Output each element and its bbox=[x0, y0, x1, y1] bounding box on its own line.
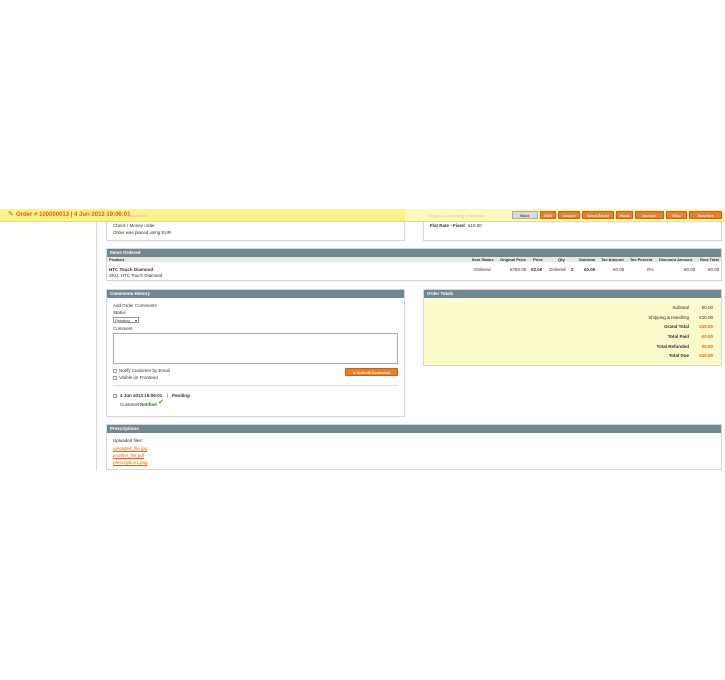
comment-textarea[interactable] bbox=[113, 333, 398, 364]
edit-button[interactable]: Edit bbox=[540, 211, 556, 219]
currency-note: Order was placed using EUR bbox=[113, 230, 172, 235]
invoice-button[interactable]: Invoice bbox=[635, 211, 664, 219]
col-qty: Qty bbox=[558, 257, 565, 262]
notify-label: Notify Customer by Email bbox=[119, 368, 170, 373]
faded-section-label-right: Shipping & Handling Information bbox=[428, 213, 486, 218]
total-due-value: €10.00 bbox=[699, 353, 713, 358]
back-button[interactable]: Back bbox=[512, 211, 538, 219]
send-email-button[interactable]: Send Email bbox=[582, 211, 614, 219]
col-tax-amount: Tax Amount bbox=[601, 257, 624, 262]
history-status: Pending bbox=[172, 393, 190, 398]
prescriptions-heading: Prescriptions bbox=[107, 425, 721, 433]
customer-label: Customer bbox=[120, 402, 140, 407]
hold-button[interactable]: Hold bbox=[616, 211, 633, 219]
add-comments-label: Add Order Comments bbox=[113, 303, 157, 308]
qty-label: Ordered bbox=[549, 267, 566, 272]
notify-checkbox[interactable] bbox=[113, 369, 117, 373]
order-totals-section: Order Totals Subtotal €0.00 Shipping & H… bbox=[423, 289, 722, 366]
shipping-value: €10.00 bbox=[699, 315, 713, 320]
shipping-info-box: Flat Rate - Fixed €10.00 bbox=[423, 221, 722, 241]
status-select[interactable]: Pending ▾ bbox=[113, 317, 139, 323]
prescriptions-section: Prescriptions Uploaded files: uploaded_f… bbox=[106, 424, 722, 470]
payment-method: Check / Money order bbox=[113, 223, 155, 228]
grand-total-label: Grand Total bbox=[664, 324, 689, 329]
col-item-status: Item Status bbox=[472, 257, 494, 262]
col-price: Price bbox=[533, 257, 543, 262]
history-separator: | bbox=[167, 393, 169, 398]
visible-label: Visible on Frontend bbox=[119, 375, 158, 380]
payment-info-box: Check / Money order Order was placed usi… bbox=[106, 221, 405, 241]
page-title: Order # 100000013 | 4 Jun 2013 19:06:01 bbox=[16, 212, 131, 218]
tax-amount: €0.00 bbox=[613, 267, 625, 272]
col-original-price: Original Price bbox=[500, 257, 527, 262]
row-total: €0.00 bbox=[708, 267, 720, 272]
col-row-total: Row Total bbox=[700, 257, 719, 262]
total-paid-value: €0.00 bbox=[701, 334, 713, 339]
check-icon: ✔ bbox=[158, 399, 164, 406]
reorder-button[interactable]: Reorder bbox=[689, 211, 722, 219]
discount: €0.00 bbox=[684, 267, 696, 272]
file-link[interactable]: prescription1.png bbox=[113, 460, 148, 465]
file-link[interactable]: uploaded_file.jpg bbox=[113, 446, 147, 451]
file-link[interactable]: another_file.pdf bbox=[113, 453, 144, 458]
items-ordered-heading: Items Ordered bbox=[107, 249, 721, 257]
col-discount: Discount Amount bbox=[659, 257, 693, 262]
shipping-label: Shipping & Handling bbox=[648, 315, 689, 320]
shipping-price: €10.00 bbox=[468, 223, 482, 228]
qty-value: 2 bbox=[571, 267, 574, 272]
visible-checkbox[interactable] bbox=[113, 376, 117, 380]
comments-history-section: Comments History Add Order Comments Stat… bbox=[106, 289, 405, 417]
notified-status: Notified bbox=[140, 402, 157, 407]
comments-heading: Comments History bbox=[107, 290, 404, 298]
total-refunded-label: Total Refunded bbox=[656, 344, 689, 349]
total-refunded-value: €0.00 bbox=[701, 344, 713, 349]
item-status: Ordered bbox=[474, 267, 491, 272]
tax-percent: 0% bbox=[647, 267, 654, 272]
uploaded-files-label: Uploaded files: bbox=[113, 438, 143, 443]
status-select-value: Pending bbox=[115, 318, 130, 323]
history-date: 4 Jun 2013 19:06:01 bbox=[120, 393, 163, 398]
items-table-header: Product Item Status Original Price Price… bbox=[107, 257, 721, 262]
price: €0.00 bbox=[531, 267, 543, 272]
col-tax-percent: Tax Percent bbox=[630, 257, 653, 262]
shipping-method: Flat Rate - Fixed bbox=[430, 223, 465, 228]
order-icon: ✎ bbox=[8, 211, 14, 218]
left-column-divider bbox=[96, 221, 97, 471]
subtotal: €0.00 bbox=[584, 267, 596, 272]
col-product: Product bbox=[109, 257, 125, 262]
history-checkbox bbox=[113, 394, 117, 398]
total-paid-label: Total Paid bbox=[667, 334, 689, 339]
items-ordered-section: Items Ordered Product Item Status Origin… bbox=[106, 248, 722, 281]
submit-comment-button[interactable]: ● Submit Comment bbox=[345, 368, 398, 376]
original-price: €750.00 bbox=[510, 267, 527, 272]
total-due-label: Total Due bbox=[668, 353, 689, 358]
ship-button[interactable]: Ship bbox=[666, 211, 687, 219]
divider bbox=[113, 385, 398, 386]
cancel-button[interactable]: Cancel bbox=[558, 211, 580, 219]
subtotal-value: €0.00 bbox=[701, 305, 713, 310]
faded-section-label: Information bbox=[128, 213, 149, 218]
order-totals-heading: Order Totals bbox=[424, 290, 721, 298]
subtotal-label: Subtotal bbox=[672, 305, 689, 310]
comment-label: Comment bbox=[113, 326, 133, 331]
status-label: Status bbox=[113, 310, 126, 315]
chevron-down-icon: ▾ bbox=[134, 318, 137, 323]
col-subtotal: Subtotal bbox=[579, 257, 595, 262]
product-sku: SKU: HTC Touch Diamond bbox=[109, 273, 163, 278]
submit-comment-label: Submit Comment bbox=[356, 370, 390, 375]
grand-total-value: €10.00 bbox=[699, 324, 713, 329]
